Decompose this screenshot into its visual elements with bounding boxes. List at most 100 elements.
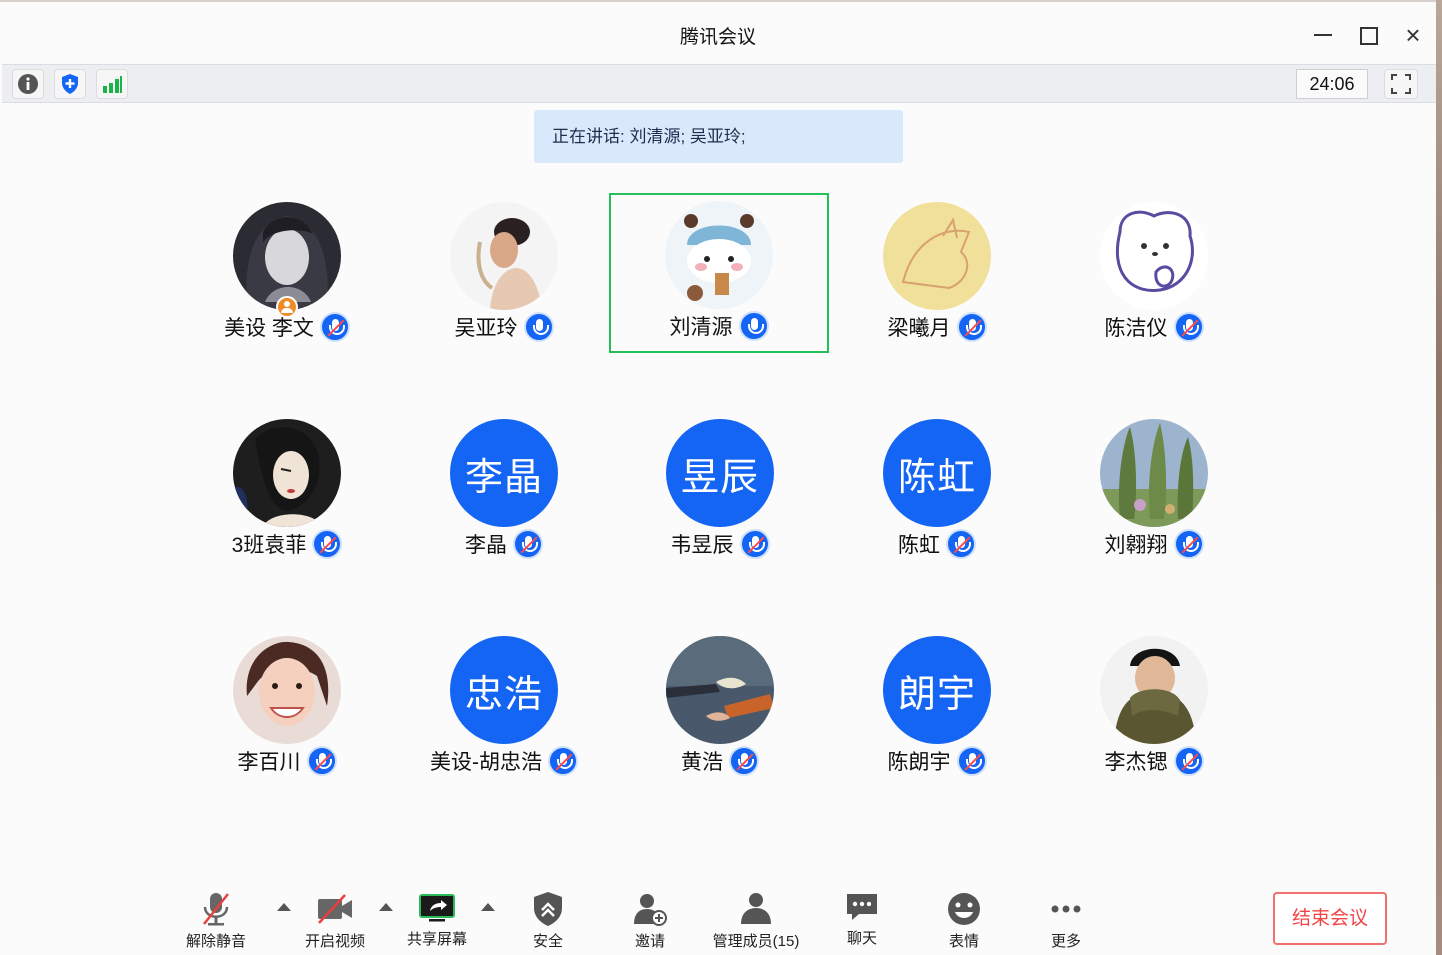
mic-muted-icon[interactable] xyxy=(1173,746,1204,776)
fullscreen-icon xyxy=(1391,74,1411,94)
white-bear-avatar-image xyxy=(1100,202,1208,310)
shield-icon xyxy=(534,892,562,926)
close-button[interactable]: × xyxy=(1398,20,1428,50)
avatar xyxy=(1100,419,1208,527)
security-status-button[interactable] xyxy=(54,69,86,99)
participant-name: 梁曦月 xyxy=(887,317,951,340)
mic-muted-icon xyxy=(203,893,229,926)
participant-name-row: 韦昱辰 xyxy=(610,529,830,559)
participant-tile[interactable]: 李杰锶 xyxy=(1044,628,1264,788)
participant-name-row: 李晶 xyxy=(394,529,614,559)
manage-members-button[interactable]: 管理成员(15) xyxy=(713,890,799,952)
desktop-background-edge xyxy=(1436,0,1442,955)
more-dots-icon xyxy=(1051,905,1081,913)
participant-name-row: 吴亚玲 xyxy=(394,312,614,342)
anime-girl-avatar-image xyxy=(233,202,341,310)
participant-tile[interactable]: 李晶 李晶 xyxy=(394,411,614,571)
participant-name-row: 刘清源 xyxy=(611,311,827,341)
mic-muted-icon[interactable] xyxy=(319,312,350,342)
participant-name-row: 李百川 xyxy=(177,746,397,776)
participant-name-row: 陈朗宇 xyxy=(827,746,1047,776)
mic-muted-icon[interactable] xyxy=(956,312,987,342)
fullscreen-button[interactable] xyxy=(1384,69,1418,99)
participant-name: 李晶 xyxy=(465,534,507,557)
share-options-caret[interactable] xyxy=(481,903,495,911)
title-bar: 腾讯会议 × xyxy=(0,2,1436,64)
audio-options-caret[interactable] xyxy=(277,903,291,911)
end-meeting-button[interactable]: 结束会议 xyxy=(1273,892,1387,945)
mic-muted-icon[interactable] xyxy=(306,746,337,776)
signal-icon xyxy=(103,76,122,93)
man-sweater-avatar-image xyxy=(1100,636,1208,744)
share-screen-label: 共享屏幕 xyxy=(406,931,467,948)
maximize-button[interactable] xyxy=(1353,20,1383,50)
participant-tile[interactable]: 李百川 xyxy=(177,628,397,788)
participant-name: 李百川 xyxy=(237,751,301,774)
mic-muted-icon[interactable] xyxy=(1173,529,1204,559)
participant-name-row: 李杰锶 xyxy=(1044,746,1264,776)
participant-tile[interactable]: 刘翱翔 xyxy=(1044,411,1264,571)
participant-name: 李杰锶 xyxy=(1104,751,1168,774)
participant-tile[interactable]: 陈虹 陈虹 xyxy=(827,411,1047,571)
avatar xyxy=(450,202,558,310)
avatar-initials: 陈虹 xyxy=(883,419,991,527)
mic-icon[interactable] xyxy=(523,312,554,342)
invite-person-icon xyxy=(634,894,667,926)
woman-profile-avatar-image xyxy=(450,202,558,310)
start-video-button[interactable]: 开启视频 xyxy=(293,890,377,952)
participant-name: 美设 李文 xyxy=(224,317,314,340)
participant-name-row: 3班袁菲 xyxy=(177,529,397,559)
participant-tile[interactable]: 昱辰 韦昱辰 xyxy=(610,411,830,571)
participant-tile[interactable]: 忠浩 美设-胡忠浩 xyxy=(394,628,614,788)
participant-tile[interactable]: 黄浩 xyxy=(610,628,830,788)
meeting-info-button[interactable] xyxy=(12,69,44,99)
participant-tile[interactable]: 美设 李文 xyxy=(177,194,397,354)
minimize-button[interactable] xyxy=(1308,20,1338,50)
unmute-label: 解除静音 xyxy=(185,933,246,950)
participant-tile[interactable]: 梁曦月 xyxy=(827,194,1047,354)
members-icon xyxy=(741,893,771,924)
smiling-woman-avatar-image xyxy=(233,636,341,744)
participant-tile[interactable]: 陈洁仪 xyxy=(1044,194,1264,354)
participant-tile[interactable]: 吴亚玲 xyxy=(394,194,614,354)
smiley-icon xyxy=(948,893,980,925)
avatar xyxy=(665,201,773,309)
mic-muted-icon[interactable] xyxy=(729,746,759,776)
mic-icon[interactable] xyxy=(738,311,769,341)
participant-name: 3班袁菲 xyxy=(231,534,307,557)
participant-tile-active-speaker[interactable]: 刘清源 xyxy=(609,193,829,353)
network-signal-button[interactable] xyxy=(96,69,128,99)
invite-button[interactable]: 邀请 xyxy=(608,890,692,952)
mic-muted-icon[interactable] xyxy=(956,746,987,776)
more-button[interactable]: 更多 xyxy=(1024,890,1108,952)
share-screen-button[interactable]: 共享屏幕 xyxy=(395,890,479,952)
participant-name: 陈朗宇 xyxy=(887,751,951,774)
cartoon-bear-avatar-image xyxy=(665,201,773,309)
video-options-caret[interactable] xyxy=(379,903,393,911)
avatar-initials: 忠浩 xyxy=(450,636,558,744)
avatar xyxy=(883,202,991,310)
shield-icon xyxy=(62,74,78,94)
mic-muted-icon[interactable] xyxy=(739,529,770,559)
security-button[interactable]: 安全 xyxy=(506,890,590,952)
retro-woman-avatar-image xyxy=(233,419,341,527)
chat-button[interactable]: 聊天 xyxy=(820,890,904,952)
mic-muted-icon[interactable] xyxy=(513,529,543,559)
mic-muted-icon[interactable] xyxy=(548,746,578,776)
mic-muted-icon[interactable] xyxy=(946,529,976,559)
avatar xyxy=(233,419,341,527)
info-icon xyxy=(18,74,38,94)
unmute-button[interactable]: 解除静音 xyxy=(174,890,258,952)
meeting-timer: 24:06 xyxy=(1296,69,1368,99)
avatar-initials: 李晶 xyxy=(450,419,558,527)
participant-name: 吴亚玲 xyxy=(454,317,518,340)
participant-name: 美设-胡忠浩 xyxy=(430,751,542,774)
emoji-button[interactable]: 表情 xyxy=(922,890,1006,952)
mic-muted-icon[interactable] xyxy=(312,529,343,559)
avatar xyxy=(1100,636,1208,744)
mic-muted-icon[interactable] xyxy=(1173,312,1204,342)
participant-tile[interactable]: 朗宇 陈朗宇 xyxy=(827,628,1047,788)
participant-name-row: 美设 李文 xyxy=(177,312,397,342)
participant-tile[interactable]: 3班袁菲 xyxy=(177,411,397,571)
participant-name: 韦昱辰 xyxy=(670,534,734,557)
